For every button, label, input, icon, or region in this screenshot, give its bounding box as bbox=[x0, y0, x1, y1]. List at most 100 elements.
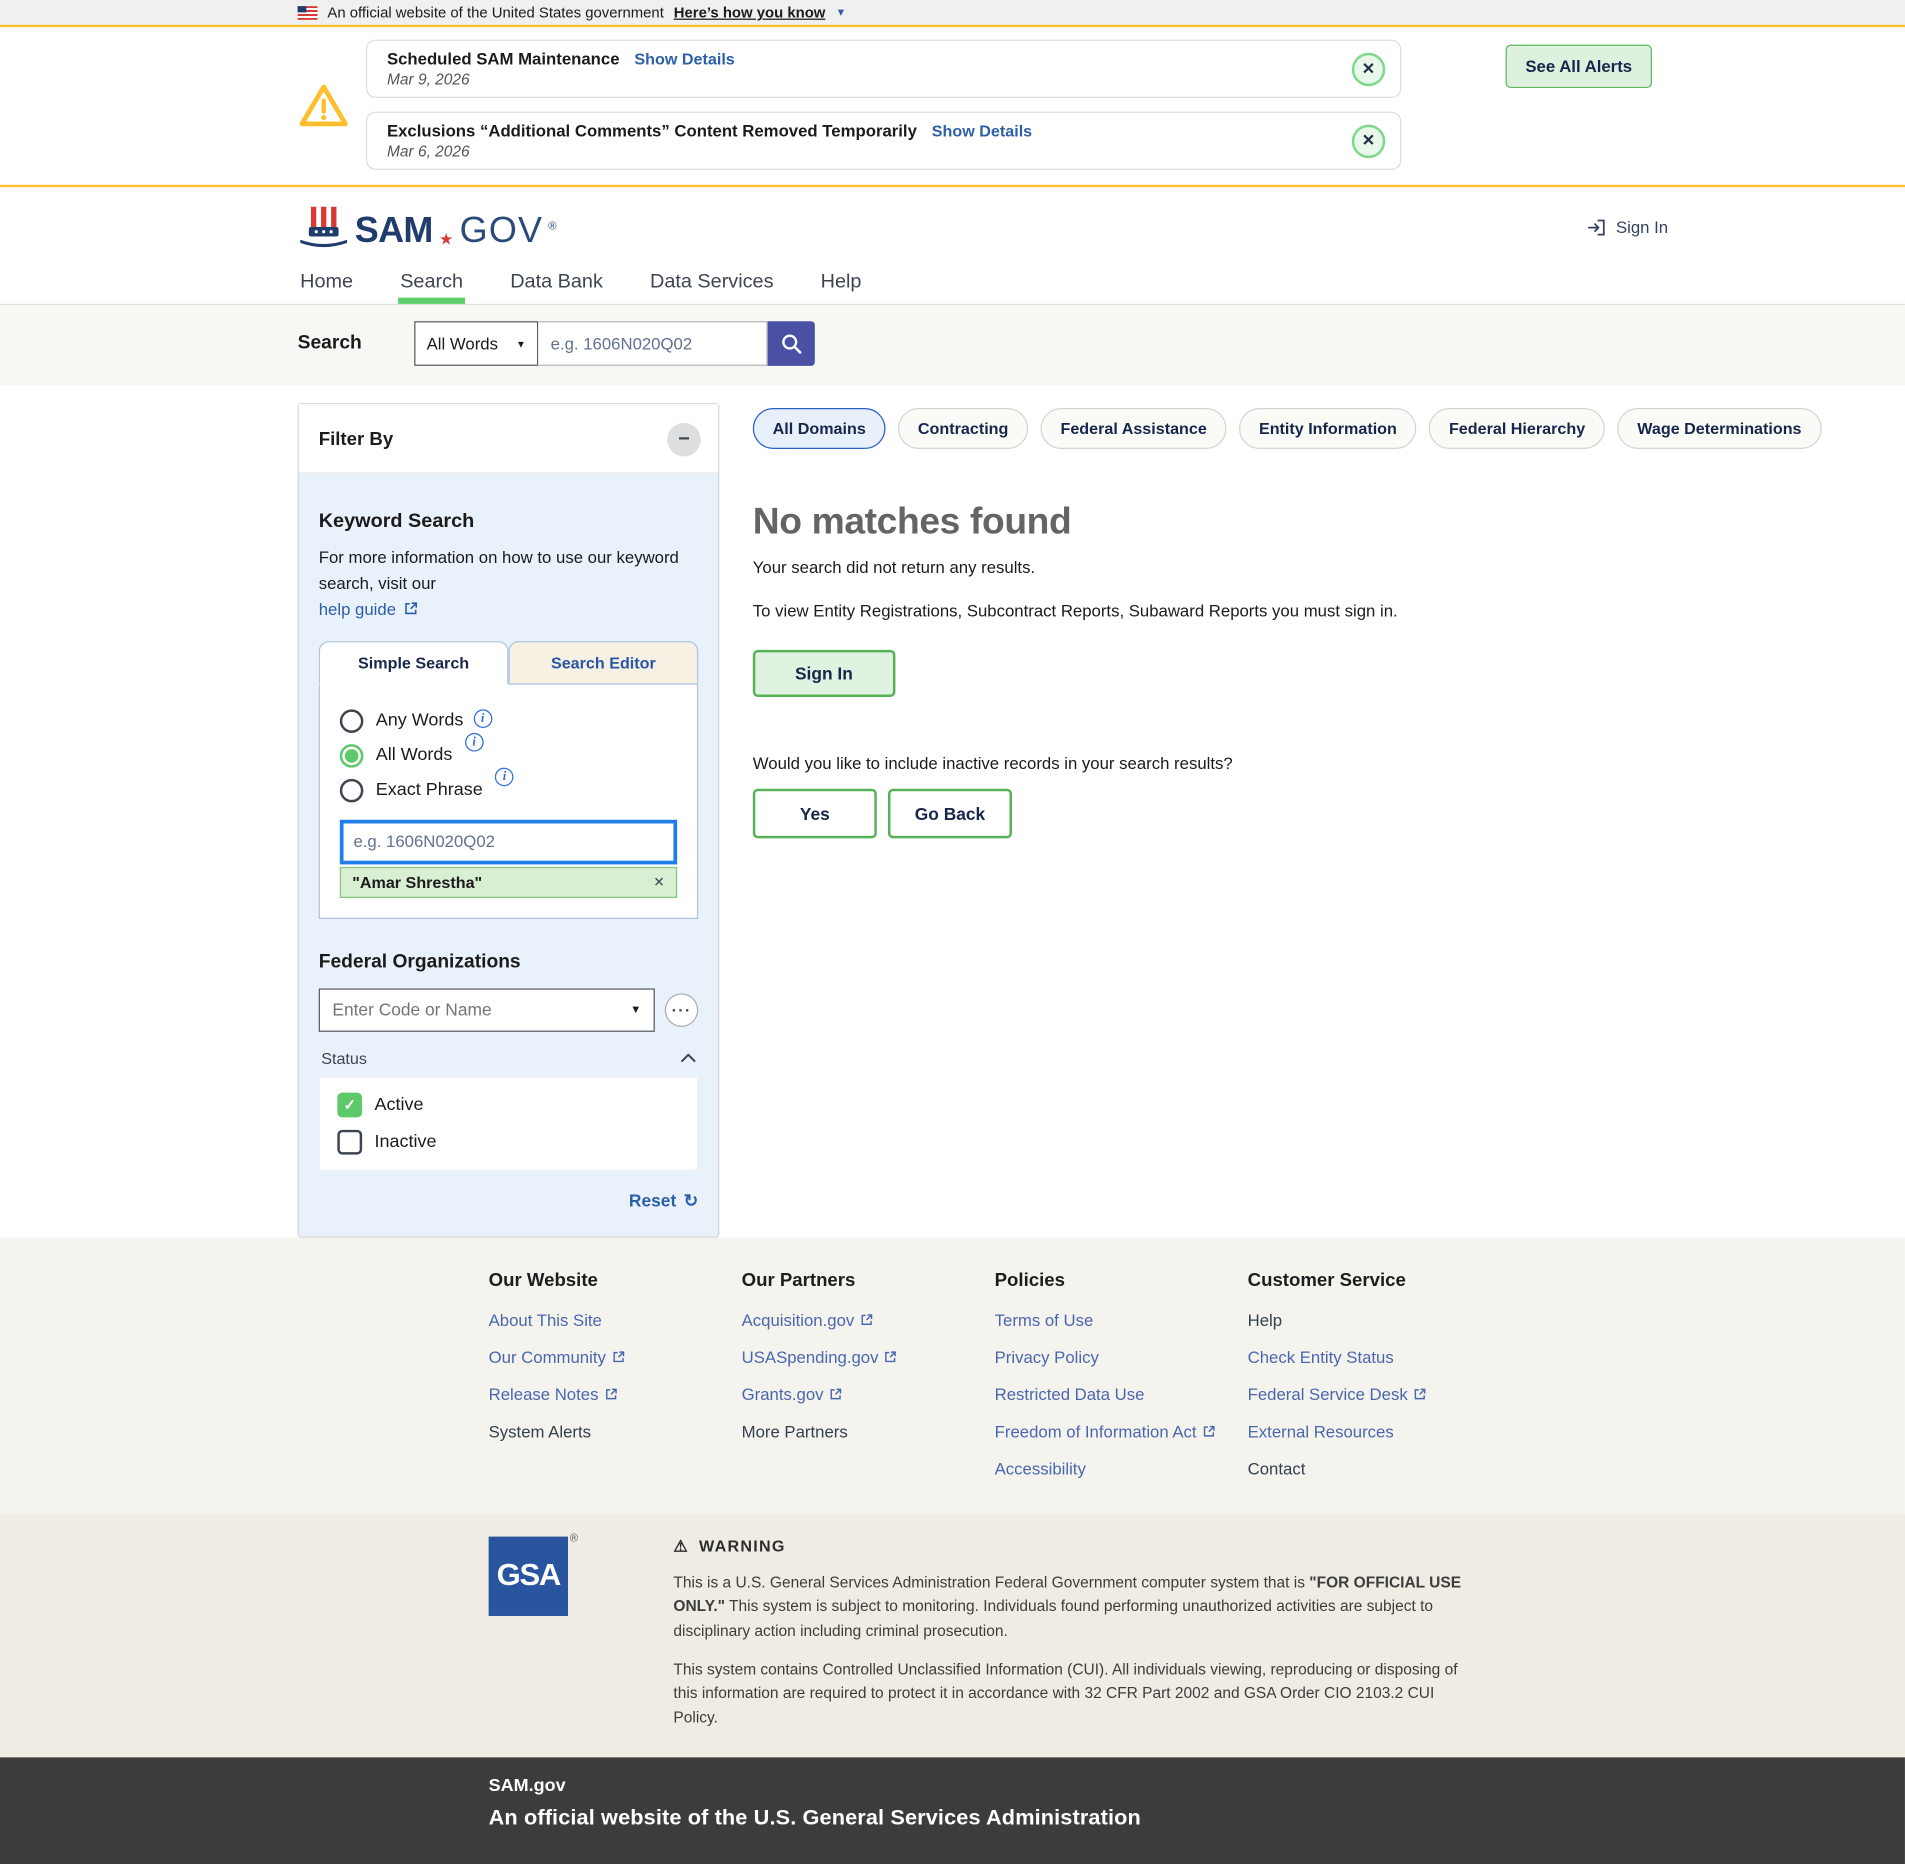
checkbox-unchecked-icon bbox=[337, 1130, 362, 1155]
footer-link-usaspending-gov[interactable]: USASpending.gov bbox=[742, 1348, 995, 1367]
checkbox-active[interactable]: ✓ Active bbox=[337, 1092, 679, 1117]
collapse-filters-button[interactable]: − bbox=[667, 423, 700, 456]
nav-item-data-services[interactable]: Data Services bbox=[648, 259, 776, 304]
go-back-button[interactable]: Go Back bbox=[888, 789, 1012, 839]
select-caret-icon: ▼ bbox=[516, 338, 526, 349]
tab-search-editor[interactable]: Search Editor bbox=[508, 641, 698, 684]
search-submit-button[interactable] bbox=[768, 321, 815, 366]
external-link-icon bbox=[1414, 1388, 1426, 1400]
checkbox-checked-icon: ✓ bbox=[337, 1092, 362, 1117]
nav-item-data-bank[interactable]: Data Bank bbox=[508, 259, 606, 304]
footer-link-about-this-site[interactable]: About This Site bbox=[489, 1311, 742, 1330]
domain-tab-entity-information[interactable]: Entity Information bbox=[1239, 408, 1417, 449]
external-link-icon bbox=[830, 1388, 842, 1400]
heres-how-you-know-link[interactable]: Here’s how you know bbox=[674, 4, 826, 21]
gsa-registered-mark: ® bbox=[570, 1531, 578, 1543]
external-link-icon bbox=[605, 1388, 617, 1400]
logo-star-icon: ★ bbox=[439, 231, 453, 247]
chevron-down-icon: ▾ bbox=[838, 6, 844, 20]
gsa-identifier-band: GSA ® ⚠ WARNING This is a U.S. General S… bbox=[0, 1514, 1905, 1757]
show-details-link[interactable]: Show Details bbox=[932, 122, 1032, 141]
sign-in-button[interactable]: Sign In bbox=[753, 650, 895, 697]
reset-filters-link[interactable]: Reset bbox=[629, 1191, 676, 1211]
show-details-link[interactable]: Show Details bbox=[634, 50, 734, 69]
info-icon[interactable]: i bbox=[473, 709, 492, 728]
help-guide-link[interactable]: help guide bbox=[319, 600, 396, 619]
footer-link-privacy-policy[interactable]: Privacy Policy bbox=[995, 1348, 1248, 1367]
footer-link-contact[interactable]: Contact bbox=[1248, 1459, 1501, 1478]
more-options-button[interactable]: ··· bbox=[665, 993, 698, 1026]
domain-tab-federal-assistance[interactable]: Federal Assistance bbox=[1041, 408, 1227, 449]
tab-simple-search[interactable]: Simple Search bbox=[319, 641, 509, 684]
external-link-icon bbox=[1203, 1425, 1215, 1437]
radio-circle bbox=[340, 709, 364, 733]
radio-any-words[interactable]: Any Words i bbox=[340, 709, 677, 733]
footer-link-accessibility[interactable]: Accessibility bbox=[995, 1459, 1248, 1478]
domain-tab-contracting[interactable]: Contracting bbox=[898, 408, 1028, 449]
footer-heading: Customer Service bbox=[1248, 1270, 1501, 1291]
top-search-input[interactable] bbox=[538, 321, 767, 366]
footer-link-external-resources[interactable]: External Resources bbox=[1248, 1422, 1501, 1441]
footer-heading: Our Website bbox=[489, 1270, 742, 1291]
primary-nav: Home Search Data Bank Data Services Help bbox=[0, 259, 1905, 305]
footer-link-foia[interactable]: Freedom of Information Act bbox=[995, 1422, 1248, 1441]
footer-link-help[interactable]: Help bbox=[1248, 1311, 1501, 1330]
footer-link-check-entity-status[interactable]: Check Entity Status bbox=[1248, 1348, 1501, 1367]
footer-link-restricted-data-use[interactable]: Restricted Data Use bbox=[995, 1385, 1248, 1404]
federal-organizations-select[interactable]: Enter Code or Name ▼ bbox=[319, 988, 655, 1031]
filter-panel-title: Filter By bbox=[319, 429, 393, 450]
external-link-icon bbox=[404, 601, 418, 615]
footer-link-federal-service-desk[interactable]: Federal Service Desk bbox=[1248, 1385, 1501, 1404]
status-toggle-row[interactable]: Status bbox=[319, 1049, 699, 1068]
domain-tab-all-domains[interactable]: All Domains bbox=[753, 408, 886, 449]
keyword-input[interactable] bbox=[340, 819, 677, 864]
nav-item-help[interactable]: Help bbox=[818, 259, 864, 304]
footer-column-our-website: Our Website About This Site Our Communit… bbox=[489, 1270, 742, 1497]
checkbox-inactive[interactable]: Inactive bbox=[337, 1130, 679, 1155]
domain-tab-wage-determinations[interactable]: Wage Determinations bbox=[1617, 408, 1821, 449]
warning-paragraph-2: This system contains Controlled Unclassi… bbox=[673, 1658, 1473, 1730]
footer-link-system-alerts[interactable]: System Alerts bbox=[489, 1422, 742, 1441]
footer-column-our-partners: Our Partners Acquisition.gov USASpending… bbox=[742, 1270, 995, 1497]
keyword-search-tabs: Simple Search Search Editor bbox=[319, 641, 699, 684]
footer-heading: Policies bbox=[995, 1270, 1248, 1291]
footer-link-more-partners[interactable]: More Partners bbox=[742, 1422, 995, 1441]
footer-link-grants-gov[interactable]: Grants.gov bbox=[742, 1385, 995, 1404]
footer-link-acquisition-gov[interactable]: Acquisition.gov bbox=[742, 1311, 995, 1330]
footer-link-release-notes[interactable]: Release Notes bbox=[489, 1385, 742, 1404]
footer-link-terms-of-use[interactable]: Terms of Use bbox=[995, 1311, 1248, 1330]
info-icon[interactable]: i bbox=[465, 733, 484, 752]
nav-item-home[interactable]: Home bbox=[298, 259, 356, 304]
gov-banner-text: An official website of the United States… bbox=[327, 4, 663, 21]
domain-tab-federal-hierarchy[interactable]: Federal Hierarchy bbox=[1429, 408, 1605, 449]
results-area: All Domains Contracting Federal Assistan… bbox=[753, 403, 1860, 1237]
refresh-icon: ↻ bbox=[684, 1190, 699, 1211]
keyword-search-heading: Keyword Search bbox=[319, 511, 699, 533]
no-matches-title: No matches found bbox=[753, 501, 1860, 543]
login-icon bbox=[1586, 217, 1607, 238]
radio-circle bbox=[340, 779, 364, 803]
alert-title: Scheduled SAM Maintenance bbox=[387, 50, 620, 69]
alert-date: Mar 6, 2026 bbox=[387, 143, 1336, 160]
radio-all-words[interactable]: All Words i bbox=[340, 744, 677, 768]
radio-exact-phrase[interactable]: Exact Phrase i bbox=[340, 779, 677, 803]
footer-heading: Our Partners bbox=[742, 1270, 995, 1291]
footer-link-our-community[interactable]: Our Community bbox=[489, 1348, 742, 1367]
uncle-sam-hat-icon bbox=[298, 205, 350, 250]
remove-chip-icon[interactable]: ✕ bbox=[653, 874, 664, 890]
yes-button[interactable]: Yes bbox=[753, 789, 877, 839]
site-footer: Our Website About This Site Our Communit… bbox=[0, 1237, 1905, 1757]
sign-in-link[interactable]: Sign In bbox=[1586, 217, 1668, 238]
close-alert-button[interactable]: ✕ bbox=[1352, 52, 1385, 85]
info-icon[interactable]: i bbox=[495, 767, 514, 786]
bottom-identifier-bar: SAM.gov An official website of the U.S. … bbox=[0, 1757, 1905, 1864]
search-mode-select[interactable]: All Words ▼ bbox=[414, 321, 538, 366]
warning-icon: ⚠ bbox=[673, 1536, 689, 1556]
gov-banner: An official website of the United States… bbox=[0, 0, 1905, 27]
see-all-alerts-button[interactable]: See All Alerts bbox=[1506, 45, 1652, 88]
sam-gov-logo[interactable]: SAM ★ GOV ® bbox=[298, 205, 557, 250]
us-flag-icon bbox=[298, 6, 318, 20]
close-alert-button[interactable]: ✕ bbox=[1352, 124, 1385, 157]
nav-item-search[interactable]: Search bbox=[398, 259, 466, 304]
external-link-icon bbox=[612, 1351, 624, 1363]
